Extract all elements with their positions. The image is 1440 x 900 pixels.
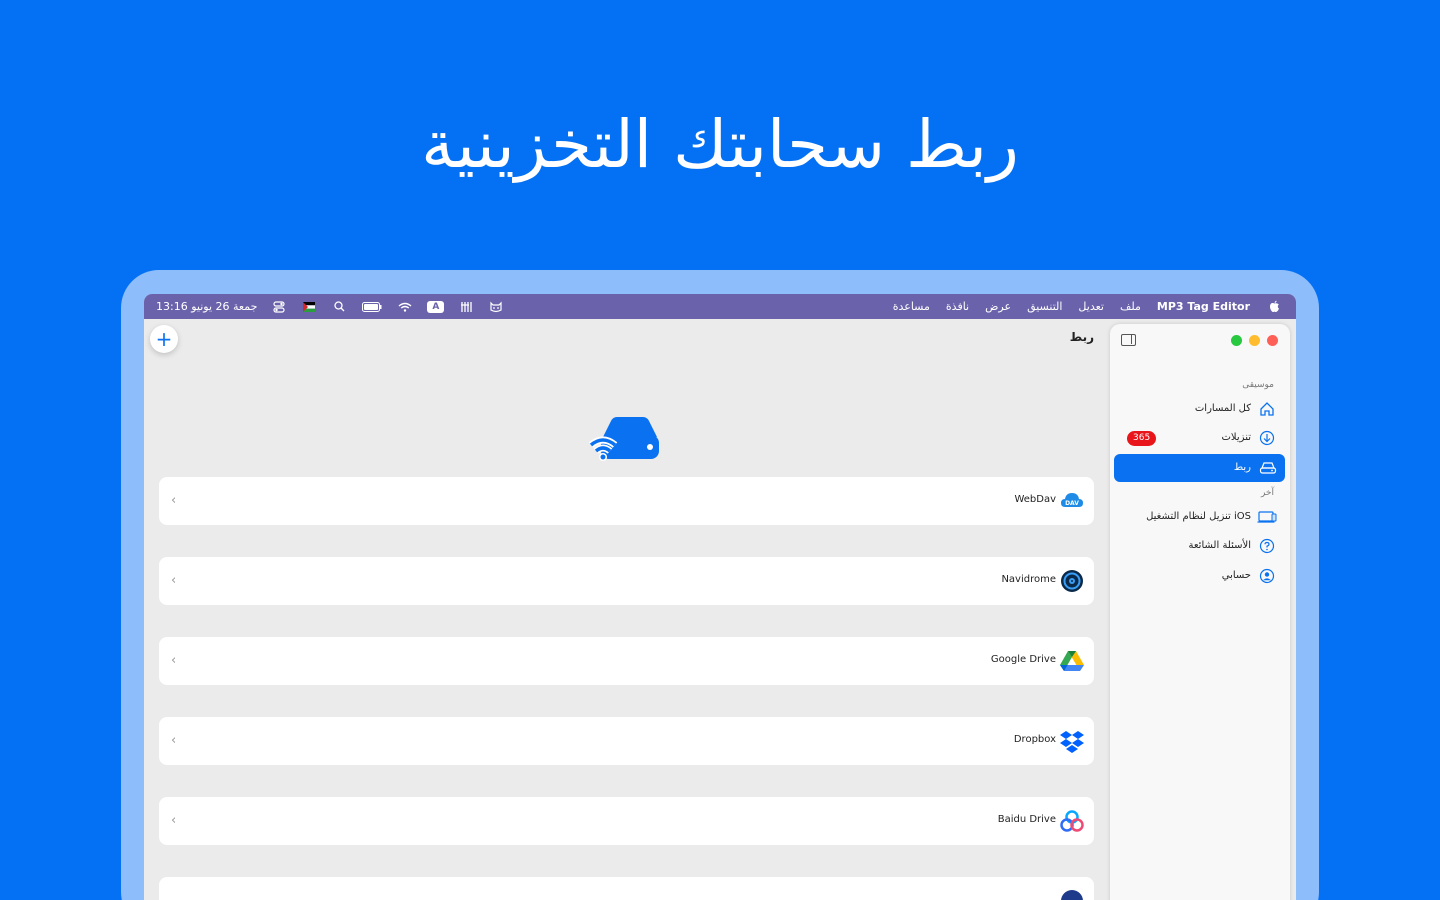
cat-icon[interactable] [488, 300, 504, 314]
navidrome-icon [1060, 569, 1084, 593]
account-icon [1259, 568, 1275, 584]
baidu-drive-icon [1060, 809, 1084, 833]
service-row-partial[interactable] [159, 877, 1094, 900]
service-row-google-drive[interactable]: ‹ Google Drive [159, 637, 1094, 685]
service-label: Dropbox [1013, 734, 1056, 745]
menu-bar-clock[interactable]: جمعة 26 يونيو 13:16 [156, 300, 257, 313]
home-icon [1259, 401, 1275, 417]
wifi-icon[interactable] [397, 300, 413, 314]
control-center-icon[interactable] [271, 300, 287, 314]
page-headline: ربط سحابتك التخزينية [421, 106, 1019, 183]
sidebar-item-connect[interactable]: ربط [1114, 454, 1285, 482]
sidebar-item-faq[interactable]: الأسئلة الشائعة [1114, 532, 1285, 560]
menu-edit[interactable]: تعديل [1078, 300, 1104, 313]
menu-help[interactable]: مساعدة [893, 300, 930, 313]
zoom-window-button[interactable] [1231, 335, 1242, 346]
spotlight-search-icon[interactable] [331, 300, 347, 314]
chevron-left-icon: ‹ [171, 573, 177, 588]
svg-text:DAV: DAV [1065, 500, 1079, 507]
sidebar-item-label: كل المسارات [1194, 403, 1251, 414]
sidebar-item-all-tracks[interactable]: كل المسارات [1114, 395, 1285, 423]
menu-bar-status-area: جمعة 26 يونيو 13:16 A [156, 294, 504, 319]
menu-window[interactable]: نافذة [946, 300, 969, 313]
app-screen: جمعة 26 يونيو 13:16 A MP3 Tag Editor ملف… [144, 294, 1296, 900]
chevron-left-icon: ‹ [171, 733, 177, 748]
close-window-button[interactable] [1267, 335, 1278, 346]
drive-icon [1259, 460, 1277, 476]
section-header-other: آخر [1260, 488, 1274, 498]
sidebar-item-label: الأسئلة الشائعة [1188, 540, 1252, 551]
sidebar-item-downloads[interactable]: تنزيلات 365 [1114, 424, 1285, 452]
apple-logo-icon[interactable] [1266, 300, 1282, 314]
sidebar-toggle-icon[interactable] [1121, 334, 1136, 346]
window-controls [1231, 335, 1278, 346]
dropbox-icon [1060, 729, 1084, 753]
chevron-left-icon: ‹ [171, 813, 177, 828]
sidebar-item-account[interactable]: حسابي [1114, 562, 1285, 590]
chevron-left-icon: ‹ [171, 493, 177, 508]
menu-file[interactable]: ملف [1120, 300, 1141, 313]
main-content: + ربط ‹ WebDav DAV ‹ Navidrome ‹ Google … [144, 319, 1108, 900]
webdav-icon: DAV [1060, 489, 1084, 513]
service-label: Google Drive [990, 654, 1056, 665]
minimize-window-button[interactable] [1249, 335, 1260, 346]
utensils-icon[interactable] [458, 300, 474, 314]
section-header-music: موسيقى [1242, 380, 1274, 390]
google-drive-icon [1060, 649, 1084, 673]
service-label: Navidrome [1001, 574, 1056, 585]
flag-icon[interactable] [301, 300, 317, 314]
service-label: Baidu Drive [997, 814, 1056, 825]
menu-bar-menus: MP3 Tag Editor ملف تعديل التنسيق عرض ناف… [893, 294, 1282, 319]
sidebar-item-label: ربط [1233, 462, 1251, 473]
question-icon [1259, 538, 1275, 554]
service-row-navidrome[interactable]: ‹ Navidrome [159, 557, 1094, 605]
download-icon [1259, 430, 1275, 446]
service-icon [1060, 889, 1084, 900]
input-source-icon[interactable]: A [427, 300, 445, 313]
sidebar-item-label: حسابي [1221, 570, 1251, 581]
add-connection-button[interactable]: + [150, 325, 178, 353]
menu-format[interactable]: التنسيق [1027, 300, 1062, 313]
menu-bar: جمعة 26 يونيو 13:16 A MP3 Tag Editor ملف… [144, 294, 1296, 319]
page-title: ربط [1069, 330, 1094, 344]
downloads-count-badge: 365 [1127, 431, 1157, 446]
service-label: WebDav [1014, 494, 1056, 505]
sidebar-item-label: تنزيل لنظام التشغيل iOS [1146, 511, 1251, 522]
menu-view[interactable]: عرض [985, 300, 1011, 313]
service-row-baidu-drive[interactable]: ‹ Baidu Drive [159, 797, 1094, 845]
menu-app-name[interactable]: MP3 Tag Editor [1157, 300, 1250, 313]
sidebar: موسيقى كل المسارات تنزيلات 365 ربط آخر ت… [1110, 324, 1290, 900]
laptop-icon [1257, 509, 1277, 525]
chevron-left-icon: ‹ [171, 653, 177, 668]
cloud-drive-hero-icon [588, 415, 661, 465]
battery-icon[interactable] [361, 300, 383, 314]
sidebar-item-ios-download[interactable]: تنزيل لنظام التشغيل iOS [1114, 503, 1285, 531]
sidebar-item-label: تنزيلات [1221, 432, 1251, 443]
service-row-dropbox[interactable]: ‹ Dropbox [159, 717, 1094, 765]
service-row-webdav[interactable]: ‹ WebDav DAV [159, 477, 1094, 525]
